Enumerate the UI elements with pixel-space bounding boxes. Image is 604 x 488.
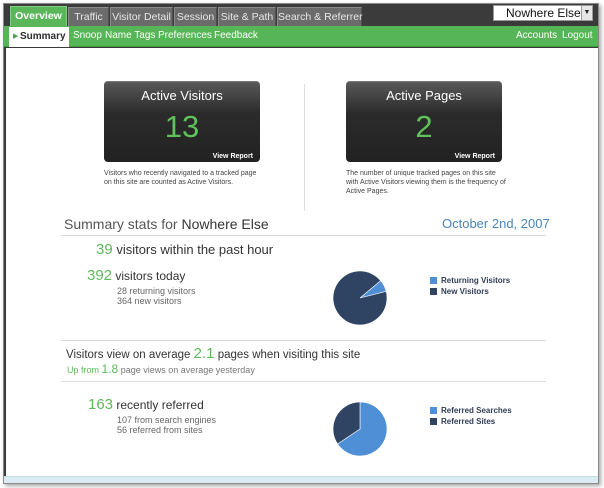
tab-site-path[interactable]: Site & Path [218, 7, 276, 26]
chevron-down-icon[interactable]: ▼ [581, 6, 592, 20]
legend-referred-sites: Referred Sites [441, 417, 496, 426]
visitors-pie-slice-new-visitors [332, 270, 388, 326]
returning-visitors-text: 28 returning visitors [117, 286, 196, 296]
visitors-past-hour-value: 39 [96, 241, 113, 258]
legend-referred-searches: Referred Searches [441, 406, 512, 415]
visitors-past-hour: 39 visitors within the past hour [96, 241, 274, 258]
referrals-pie-chart [332, 401, 388, 457]
site-selector-value: Nowhere Else [506, 6, 581, 20]
active-visitors-count: 13 [164, 109, 200, 144]
tab-search-referrer[interactable]: Search & Referrer [277, 7, 363, 26]
search-engines-text: 107 from search engines [117, 415, 217, 425]
referred-sites-text: 56 referred from sites [117, 425, 203, 435]
summary-divider [61, 235, 546, 236]
tab-session[interactable]: Session [174, 7, 217, 26]
active-visitors-card: Active Visitors 13 View Report [104, 81, 260, 162]
visitors-divider [61, 340, 546, 341]
sub-navigation: ▶ Summary Snoop Name Tags Preferences Fe… [4, 26, 598, 47]
subnav-snoop[interactable]: Snoop [73, 26, 102, 46]
average-divider [61, 381, 546, 382]
main-content: Active Visitors 13 View Report Visitors … [6, 48, 598, 476]
subnav-summary[interactable]: ▶ Summary [9, 27, 69, 47]
visitors-pie-chart [332, 270, 388, 326]
subnav-preferences[interactable]: Preferences [158, 26, 212, 46]
referred-sites-swatch [430, 418, 437, 425]
subnav-logout[interactable]: Logout [562, 26, 593, 46]
referred-searches-swatch [430, 407, 437, 414]
active-pages-description: The number of unique tracked pages on th… [346, 170, 506, 195]
visitors-today-value: 392 [87, 267, 113, 284]
summary-date: October 2nd, 2007 [442, 216, 550, 231]
tab-traffic[interactable]: Traffic [68, 7, 109, 26]
visitors-legend: Returning Visitors New Visitors [430, 275, 510, 297]
subnav-accounts[interactable]: Accounts [516, 26, 557, 46]
active-pages-view-report-link[interactable]: View Report [455, 153, 495, 160]
tab-visitor-detail[interactable]: Visitor Detail [110, 7, 173, 26]
legend-returning-visitors: Returning Visitors [441, 276, 511, 285]
cards-divider [304, 84, 305, 211]
active-visitors-title: Active Visitors [141, 88, 223, 103]
tab-overview[interactable]: Overview [10, 6, 67, 27]
new-visitors-swatch [430, 288, 437, 295]
returning-visitors-swatch [430, 277, 437, 284]
average-pages-value: 2.1 [193, 345, 215, 362]
summary-site-name: Nowhere Else [181, 216, 269, 232]
up-from-line: Up from 1.8 page views on average yester… [67, 362, 255, 376]
subnav-feedback[interactable]: Feedback [214, 26, 258, 46]
legend-new-visitors: New Visitors [441, 287, 489, 296]
active-pages-card: Active Pages 2 View Report [346, 81, 502, 162]
active-pages-title: Active Pages [386, 88, 462, 103]
recently-referred: 163 recently referred [88, 396, 204, 413]
caret-right-icon: ▶ [13, 33, 19, 40]
average-pages-line: Visitors view on average 2.1 pages when … [66, 345, 361, 362]
active-pages-count: 2 [415, 109, 433, 144]
subnav-name-tags[interactable]: Name Tags [105, 26, 155, 46]
active-visitors-description: Visitors who recently navigated to a tra… [104, 170, 257, 186]
referrals-legend: Referred Searches Referred Sites [430, 405, 512, 427]
recently-referred-value: 163 [88, 396, 114, 413]
visitors-today: 392 visitors today [87, 267, 186, 284]
up-from-value: 1.8 [101, 362, 119, 376]
site-selector[interactable]: Nowhere Else ▼ [493, 5, 593, 21]
new-visitors-text: 364 new visitors [117, 296, 182, 306]
active-visitors-view-report-link[interactable]: View Report [213, 153, 253, 160]
app-window: Overview Traffic Visitor Detail Session … [3, 3, 599, 484]
bottom-bar [4, 476, 598, 483]
top-tab-bar: Overview Traffic Visitor Detail Session … [4, 4, 598, 27]
summary-title: Summary stats for Nowhere Else [64, 216, 269, 232]
